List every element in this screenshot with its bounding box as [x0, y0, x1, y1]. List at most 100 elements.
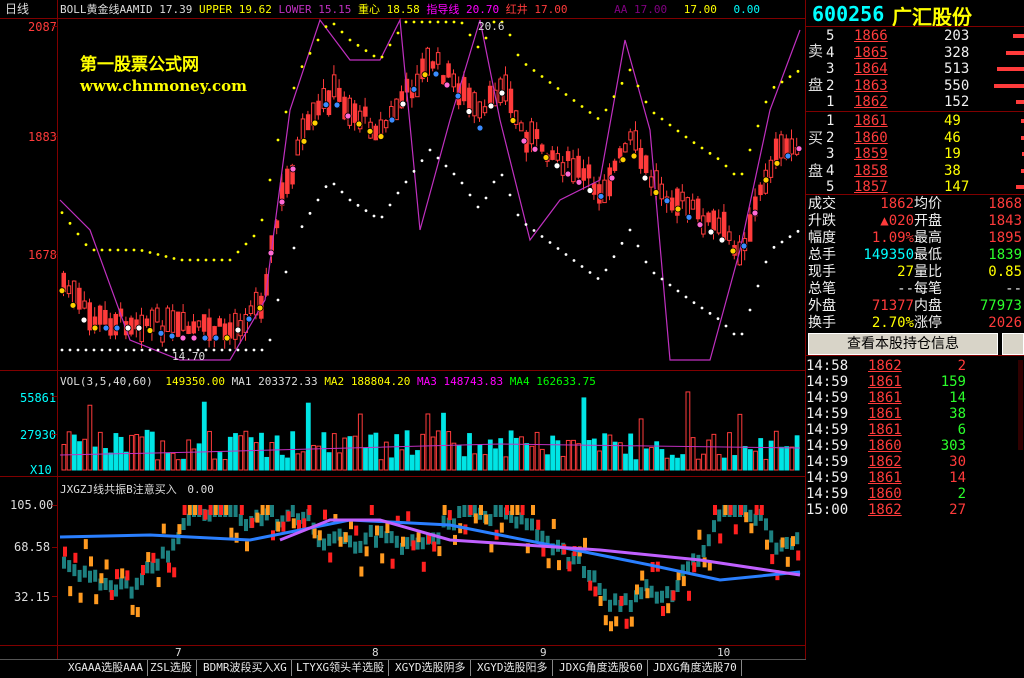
bid-row[interactable]: 4 1858 38 [806, 163, 1024, 179]
oscillator-block [411, 540, 416, 551]
oscillator-block [99, 573, 104, 584]
upper-band-dot [612, 95, 616, 99]
oscillator-block [602, 588, 607, 601]
stat-value: 1.09% [871, 230, 914, 246]
date-tick: 7 [175, 646, 182, 659]
mid-band-marker [586, 187, 594, 194]
oscillator-block [493, 505, 498, 517]
tick-volume: 2 [957, 358, 966, 374]
tick-time: 15:00 [806, 502, 849, 518]
bid-row[interactable]: 2 1860 46 [806, 130, 1024, 146]
oscillator-block [405, 537, 410, 550]
tab-xgaaa[interactable]: XGAAA选股AAA [64, 660, 148, 676]
tick-volume: 14 [949, 390, 966, 406]
stat-value: 2026 [988, 315, 1022, 331]
ask-row[interactable]: 1 1862 152 [806, 94, 1024, 110]
volume-bar [560, 455, 566, 471]
oscillator-block [765, 539, 769, 550]
oscillator-block [135, 607, 140, 618]
bid-price: 1860 [854, 129, 888, 146]
candle-body [638, 147, 644, 169]
volume-bar [623, 453, 628, 471]
upper-value: 19.62 [238, 3, 272, 16]
oscillator-block [468, 505, 473, 515]
volume-bar [217, 452, 223, 471]
upper-band-dot [644, 100, 648, 104]
stat-label: 均价 [914, 196, 942, 212]
lower-band-dot [676, 289, 680, 293]
boll-name: BOLL黄金线AAMID [60, 3, 153, 16]
candle-body [415, 73, 420, 98]
volume-bar [669, 454, 675, 471]
oscillator-block [582, 566, 586, 579]
oscillator-block [713, 505, 717, 515]
volume-bar [779, 446, 784, 471]
oscillator-block [224, 505, 229, 515]
vol-value: 149350.00 [165, 375, 225, 388]
mid-band-marker [201, 334, 209, 342]
mid-band-marker [432, 70, 440, 78]
tab-xgyd-yang[interactable]: XGYD选股阳多 [473, 660, 553, 676]
oscillator-block [233, 505, 238, 517]
mid-band-marker [718, 236, 726, 244]
tab-ltyxg[interactable]: LTYXG领头羊选股 [292, 660, 390, 676]
upper-band-dot [476, 45, 480, 49]
oscillator-block [717, 509, 722, 522]
lower-band-dot [516, 213, 520, 217]
oscillator-block [785, 556, 790, 567]
tab-jdxg60[interactable]: JDXG角度选股60 [555, 660, 648, 676]
upper-band-dot [604, 108, 608, 112]
tab-zsl[interactable]: ZSL选股 [146, 660, 197, 676]
oscillator-block [82, 565, 87, 578]
oscillator-block [535, 529, 540, 542]
kline-chart[interactable] [0, 0, 806, 677]
bid-row[interactable]: 5 1857 147 [806, 179, 1024, 195]
tab-jdxg70[interactable]: JDXG角度选股70 [649, 660, 742, 676]
oscillator-block [593, 586, 598, 597]
bid-row[interactable]: 1 1861 49 [806, 113, 1024, 129]
stat-value: 77973 [979, 298, 1022, 314]
mid-band-marker [465, 108, 473, 115]
tick-scrollbar[interactable] [1018, 360, 1023, 450]
upper-band-dot [356, 43, 360, 47]
lower-band-dot [308, 211, 312, 215]
tick-time: 14:59 [806, 406, 849, 422]
upper-band-dot [188, 258, 192, 262]
volume-bar [71, 434, 77, 471]
candle-body [430, 61, 436, 69]
candle-body [170, 310, 176, 333]
volume-bar [316, 445, 322, 471]
volume-bar [415, 450, 420, 471]
bid-volume: 19 [944, 146, 961, 162]
candle-body [669, 197, 675, 211]
high-annotation: 20.6 [478, 20, 505, 33]
mid-band-marker [344, 112, 352, 120]
ask-row[interactable]: 2 1863 550 [806, 78, 1024, 94]
bid-row[interactable]: 3 1859 19 [806, 146, 1024, 162]
upper-band-dot [124, 248, 128, 252]
scroll-button[interactable] [1002, 333, 1024, 355]
upper-band-dot [588, 111, 592, 114]
candle-body [181, 311, 186, 331]
ask-row[interactable]: 5 1866 203 [806, 28, 1024, 44]
oscillator-block [780, 537, 785, 548]
volume-bar [482, 454, 488, 471]
volume-bar [253, 442, 259, 471]
oscillator-block [83, 539, 88, 550]
volume-bar [742, 446, 748, 471]
lower-band-dot [772, 245, 776, 249]
volume-bar [269, 442, 275, 471]
bid-volume: 46 [944, 129, 961, 146]
oscillator-block [749, 523, 754, 534]
oscillator-block [557, 560, 561, 571]
upper-band-dot [756, 124, 760, 128]
lower-band-dot [540, 235, 544, 238]
ask-row[interactable]: 3 1864 513 [806, 61, 1024, 77]
tab-xgyd-yin[interactable]: XGYD选股阴多 [391, 660, 471, 676]
date-tick: 9 [540, 646, 547, 659]
tab-bdmr[interactable]: BDMR波段买入XG [199, 660, 292, 676]
upper-band-dot [748, 148, 752, 152]
ask-row[interactable]: 4 1865 328 [806, 45, 1024, 61]
oscillator-block [265, 505, 270, 515]
holding-info-button[interactable]: 查看本股持仓信息 [808, 333, 998, 355]
